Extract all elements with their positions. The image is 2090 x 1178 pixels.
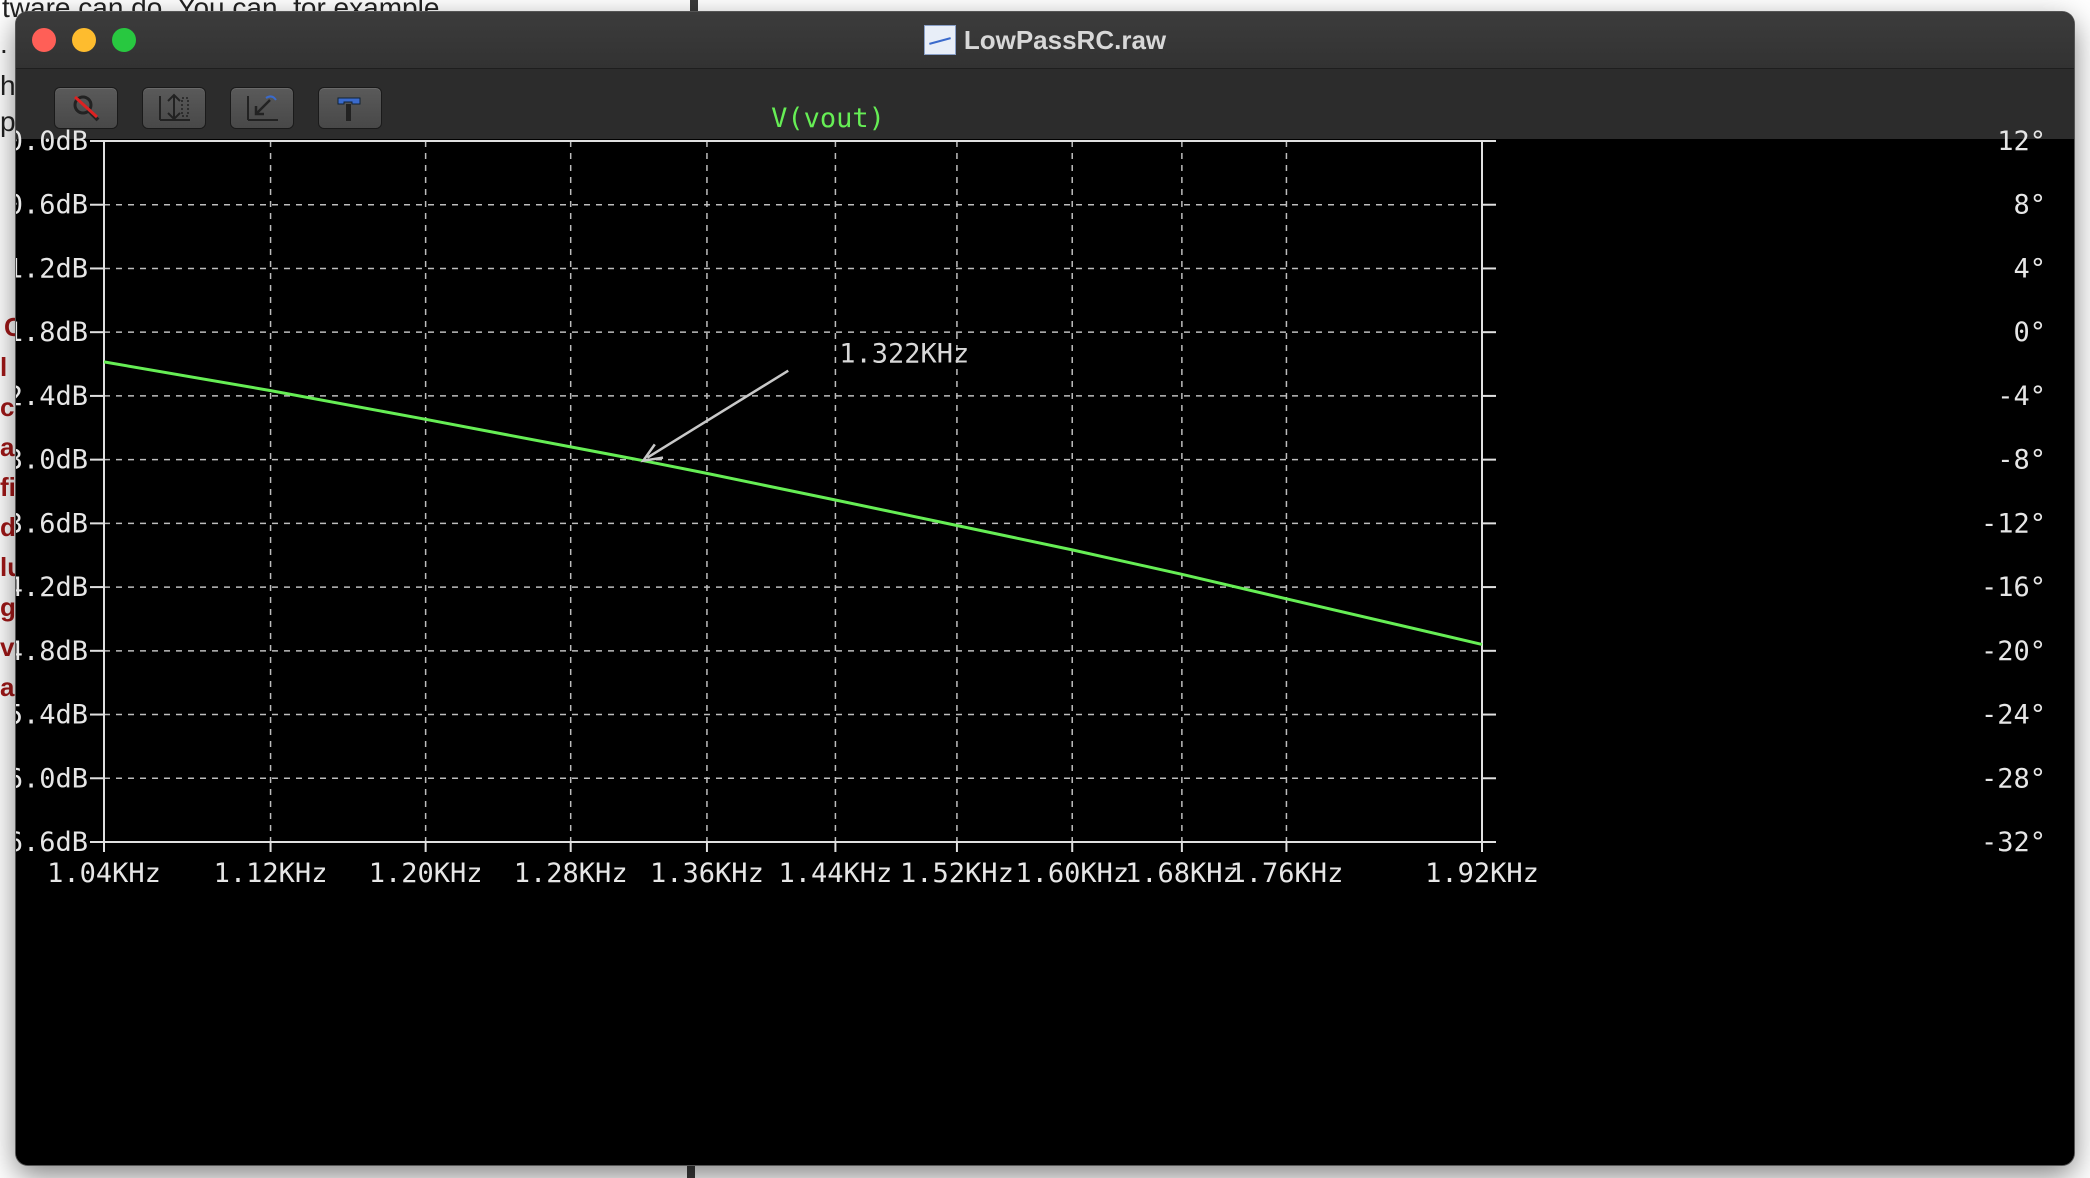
- y-left-tick-label: -0.6dB: [16, 190, 88, 221]
- background-doc-red-text: fi: [0, 472, 16, 502]
- x-tick-label: 1.92KHz: [1425, 858, 1539, 889]
- waveform-window: LowPassRC.raw 1.04KHz 1.12KHz 1.20KHz 1.…: [16, 12, 2074, 1165]
- y-left-tick-label: -3.0dB: [16, 445, 88, 476]
- tick-labels: 1.04KHz 1.12KHz 1.20KHz 1.28KHz 1.36KHz 1.44K…: [16, 126, 2046, 889]
- background-bottom-strip: [0, 1165, 2090, 1178]
- bode-plot[interactable]: 1.04KHz 1.12KHz 1.20KHz 1.28KHz 1.36KHz 1.44K…: [16, 103, 2074, 1165]
- x-tick-label: 1.68KHz: [1125, 858, 1239, 889]
- plot-axes: [90, 140, 1496, 852]
- y-left-tick-label: -1.2dB: [16, 253, 88, 284]
- x-tick-label: 1.76KHz: [1230, 858, 1344, 889]
- trace-label[interactable]: V(vout): [771, 103, 885, 134]
- waveform-file-icon: [923, 25, 956, 55]
- y-left-tick-label: -4.2dB: [16, 572, 88, 603]
- hammer-icon: [337, 97, 361, 121]
- y-right-tick-label: -8°: [1997, 445, 2046, 476]
- background-doc-fragment: p: [0, 106, 16, 137]
- y-right-tick-label: -32°: [1981, 827, 2046, 858]
- y-left-tick-label: -4.8dB: [16, 636, 88, 667]
- annotation-arrow: [646, 369, 789, 459]
- y-right-tick-label: 0°: [2013, 317, 2046, 348]
- annotation-frequency-label: 1.322KHz: [839, 339, 969, 370]
- window-title-group: LowPassRC.raw: [16, 12, 2074, 68]
- background-doc-red-text: l: [0, 352, 8, 382]
- y-right-tick-label: 8°: [2013, 190, 2046, 221]
- background-doc-red-text: a: [0, 432, 15, 462]
- y-left-tick-label: -6.6dB: [16, 827, 88, 858]
- x-tick-label: 1.20KHz: [369, 858, 483, 889]
- x-tick-label: 1.28KHz: [514, 858, 628, 889]
- background-doc-fragment: h: [0, 70, 16, 101]
- trace-layer: [103, 360, 1483, 646]
- y-right-tick-label: -28°: [1981, 763, 2046, 794]
- autorange-button[interactable]: [142, 87, 206, 129]
- x-tick-label: 1.44KHz: [779, 858, 893, 889]
- background-doc-red-text: d: [0, 512, 16, 542]
- background-doc-red-text: v: [0, 632, 15, 662]
- y-left-tick-label: -2.4dB: [16, 381, 88, 412]
- title-bar[interactable]: LowPassRC.raw: [16, 12, 2074, 69]
- y-right-tick-label: -16°: [1981, 572, 2046, 603]
- y-left-tick-label: -5.4dB: [16, 700, 88, 731]
- zoom-cancel-icon: [73, 95, 100, 122]
- toolbar: [16, 69, 2074, 139]
- zoom-back-icon: [247, 95, 278, 121]
- x-tick-label: 1.36KHz: [650, 858, 764, 889]
- y-left-tick-label: -6.0dB: [16, 763, 88, 794]
- zoom-cancel-button[interactable]: [54, 87, 118, 129]
- zoom-back-button[interactable]: [230, 87, 294, 129]
- autorange-icon: [159, 93, 190, 121]
- annotation-arrow-head: [640, 443, 664, 463]
- background-doc-fragment: .: [0, 28, 8, 59]
- plot-area[interactable]: 1.04KHz 1.12KHz 1.20KHz 1.28KHz 1.36KHz 1.44K…: [16, 103, 2074, 1165]
- y-left-tick-label: -1.8dB: [16, 317, 88, 348]
- x-tick-label: 1.52KHz: [900, 858, 1014, 889]
- y-right-tick-label: 4°: [2013, 253, 2046, 284]
- window-title: LowPassRC.raw: [963, 24, 1167, 55]
- x-tick-label: 1.60KHz: [1015, 858, 1129, 889]
- y-right-tick-label: -24°: [1981, 700, 2046, 731]
- y-right-tick-label: -4°: [1997, 381, 2046, 412]
- x-tick-label: 1.04KHz: [47, 858, 161, 889]
- trace-line-vout: [103, 360, 1483, 646]
- x-tick-label: 1.12KHz: [214, 858, 328, 889]
- annotation-layer: 1.322KHz: [640, 339, 969, 463]
- hammer-button[interactable]: [318, 87, 382, 129]
- y-right-tick-label: 12°: [1997, 126, 2046, 157]
- y-right-tick-label: -20°: [1981, 636, 2046, 667]
- y-left-tick-label: -3.6dB: [16, 508, 88, 539]
- y-left-tick-label: 0.0dB: [16, 126, 88, 157]
- y-right-tick-label: -12°: [1981, 508, 2046, 539]
